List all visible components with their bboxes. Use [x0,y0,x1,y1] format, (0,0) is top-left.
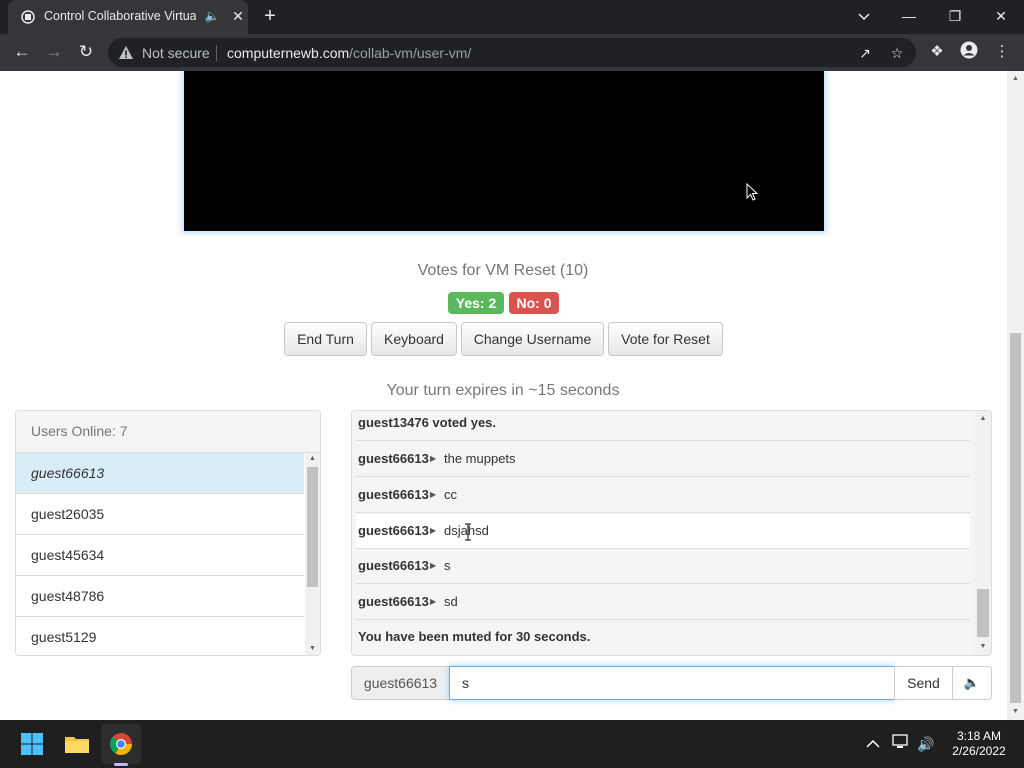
active-app-indicator [114,763,128,766]
chat-username: guest66613 [358,594,429,609]
warning-icon [119,46,133,59]
page-scroll-thumb[interactable] [1010,333,1021,703]
restore-icon[interactable]: ❐ [941,4,969,28]
chat-username: guest66613 [358,451,429,466]
chat-message: guest66613 ▶ s [356,549,970,584]
chat-message: guest13476 voted yes. [356,411,970,441]
chat-arrow-icon: ▶ [430,454,437,463]
chevron-up-icon[interactable] [863,734,883,754]
send-button[interactable]: Send [894,666,953,700]
close-tab-icon[interactable]: ✕ [230,8,246,24]
yes-votes-badge: Yes: 2 [448,292,504,314]
bookmark-star-icon[interactable]: ☆ [888,44,906,62]
chat-arrow-icon: ▶ [430,490,437,499]
chat-message: guest66613 ▶ dsjahsd [356,514,970,549]
security-label[interactable]: Not secure [142,45,210,61]
chat-system-text: guest13476 voted yes. [358,415,497,430]
user-list-item[interactable]: guest26035 [16,494,304,535]
chat-username: guest66613 [358,487,429,502]
taskbar-clock[interactable]: 3:18 AM 2/26/2022 [940,729,1018,759]
page-viewport: Votes for VM Reset (10) Yes: 2 No: 0 End… [0,71,1024,720]
mouse-cursor-icon [746,183,758,201]
chat-arrow-icon: ▶ [430,597,437,606]
vote-reset-title: Votes for VM Reset (10) [417,262,589,279]
keyboard-button[interactable]: Keyboard [371,322,457,356]
omnibox-divider [216,45,217,61]
scroll-up-icon[interactable]: ▲ [305,453,320,465]
file-explorer-icon[interactable] [57,724,97,764]
chat-text: s [444,558,451,573]
collabvm-favicon-icon [21,10,35,24]
new-tab-icon[interactable]: + [258,5,282,29]
users-scrollbar[interactable]: ▲ ▼ [305,453,320,655]
extensions-icon[interactable]: ❖ [926,41,948,63]
chat-message: You have been muted for 30 seconds. [356,620,970,655]
volume-icon[interactable]: 🔈 [952,666,992,700]
chat-message: guest66613 ▶ sd [356,585,970,620]
scroll-up-icon[interactable]: ▲ [1008,73,1023,85]
text-cursor-icon [465,523,471,541]
address-bar[interactable]: Not secure computernewb.com/collab-vm/us… [108,38,916,67]
chat-text: sd [444,594,458,609]
user-list-item[interactable]: guest48786 [16,576,304,617]
chat-scroll-thumb[interactable] [977,589,989,637]
chat-arrow-icon: ▶ [430,526,437,535]
back-icon[interactable]: ← [10,40,34,64]
browser-tab[interactable]: Control Collaborative Virtual 🔈 ✕ [8,0,248,34]
clock-time: 3:18 AM [956,729,1002,743]
volume-tray-icon[interactable]: 🔊 [916,734,936,754]
scroll-down-icon[interactable]: ▼ [305,643,320,655]
user-list-item[interactable]: guest45634 [16,535,304,576]
clock-date: 2/26/2022 [952,744,1006,758]
end-turn-button[interactable]: End Turn [284,322,367,356]
browser-tab-bar: Control Collaborative Virtual 🔈 ✕ + — ❐ … [0,0,1024,34]
browser-toolbar: ← → ↻ Not secure computernewb.com/collab… [0,34,1024,71]
chat-scrollbar[interactable]: ▲ ▼ [975,411,991,655]
user-list-item[interactable]: guest66613 [16,453,304,494]
menu-kebab-icon[interactable]: ⋮ [991,41,1013,63]
chat-panel: guest13476 voted yes. guest66613 ▶ the m… [351,410,992,656]
scroll-up-icon[interactable]: ▲ [975,413,991,425]
chat-username: guest66613 [358,523,429,538]
scroll-down-icon[interactable]: ▼ [975,641,991,653]
profile-icon[interactable] [958,41,980,63]
close-window-icon[interactable]: ✕ [987,4,1015,28]
url-text[interactable]: computernewb.com/collab-vm/user-vm/ [227,45,471,61]
chat-arrow-icon: ▶ [430,561,437,570]
forward-icon[interactable]: → [42,40,66,64]
turn-timer-text: Your turn expires in ~15 seconds [386,382,620,399]
chat-text: cc [444,487,457,502]
chat-message: guest66613 ▶ cc [356,478,970,513]
windows-taskbar: 🔊 3:18 AM 2/26/2022 [0,720,1024,768]
vote-reset-button[interactable]: Vote for Reset [608,322,723,356]
chat-message: guest66613 ▶ the muppets [356,442,970,477]
url-host: computernewb.com [227,45,350,61]
change-username-button[interactable]: Change Username [461,322,604,356]
network-icon[interactable] [891,734,911,754]
vm-display[interactable] [184,71,824,231]
share-icon[interactable]: ↗ [856,44,874,62]
users-scroll-thumb[interactable] [307,467,318,587]
chat-input[interactable]: s [449,666,895,700]
chat-text: the muppets [444,451,516,466]
windows-start-icon[interactable] [12,724,52,764]
tab-title: Control Collaborative Virtual [44,9,196,23]
users-online-panel: Users Online: 7 guest66613 guest26035 gu… [15,410,321,656]
scroll-down-icon[interactable]: ▼ [1008,706,1023,718]
speaker-icon[interactable]: 🔈 [204,8,220,24]
user-list-item[interactable]: guest5129 [16,617,304,655]
page-scrollbar[interactable]: ▲ ▼ [1007,71,1024,720]
chat-username-addon: guest66613 [351,666,450,700]
tab-search-icon[interactable] [850,4,878,28]
no-votes-badge: No: 0 [509,292,559,314]
minimize-icon[interactable]: — [895,4,923,28]
chat-system-text: You have been muted for 30 seconds. [358,629,591,644]
url-path: /collab-vm/user-vm/ [349,45,472,61]
reload-icon[interactable]: ↻ [74,40,98,64]
chat-username: guest66613 [358,558,429,573]
users-online-header: Users Online: 7 [16,411,320,453]
chrome-icon[interactable] [101,724,141,764]
